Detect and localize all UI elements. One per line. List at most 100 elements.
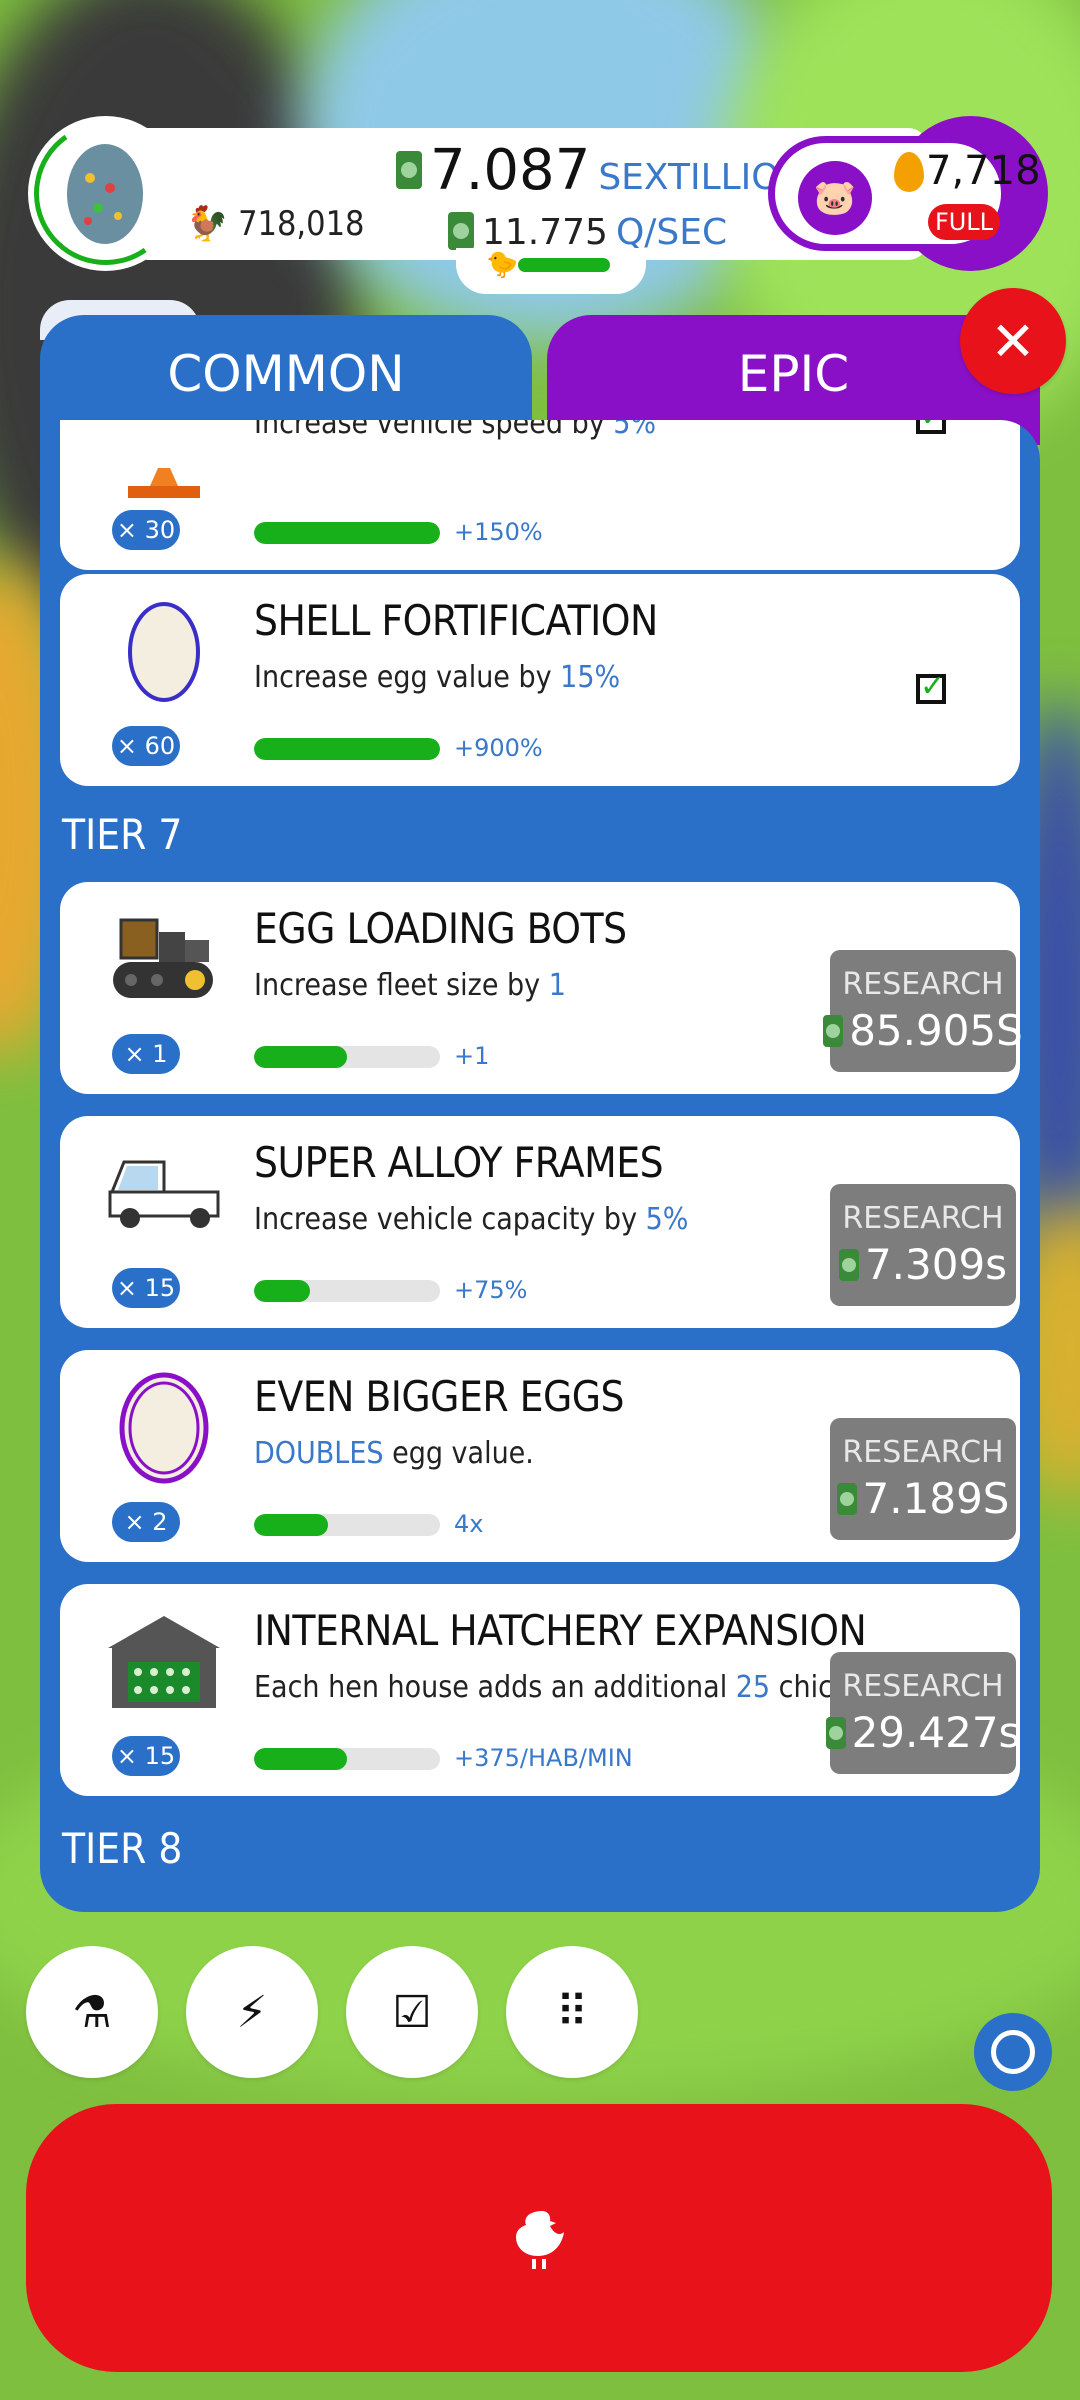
card-title: INTERNAL HATCHERY EXPANSION: [254, 1606, 867, 1655]
multiplier-badge: × 15: [112, 1268, 180, 1308]
card-title: SHELL FORTIFICATION: [254, 596, 658, 645]
multiplier-badge: × 60: [112, 726, 180, 766]
desc-highlight: 1: [548, 968, 566, 1003]
research-price: 7.189S: [836, 1474, 1010, 1523]
card-title: EGG LOADING BOTS: [254, 904, 627, 953]
piggy-bank[interactable]: 🐷 7,718 FULL: [748, 116, 1048, 271]
research-price: 85.905S: [823, 1006, 1023, 1055]
desc-highlight: DOUBLES: [254, 1436, 384, 1471]
camera-toggle-button[interactable]: [974, 2013, 1052, 2091]
research-card-internal-hatchery-expansion: INTERNAL HATCHERY EXPANSION Each hen hou…: [60, 1584, 1020, 1796]
research-lab-button[interactable]: ⚗: [26, 1946, 158, 2078]
research-progress: [254, 1280, 440, 1302]
cash-icon: [396, 151, 422, 189]
card-description: Increase vehicle speed by 5%: [254, 420, 656, 441]
chicken-population: 🐓 718,018: [186, 204, 365, 244]
hatch-chicken-button[interactable]: [26, 2104, 1052, 2372]
multiplier-badge: × 1: [112, 1034, 180, 1074]
research-card-super-alloy-frames: SUPER ALLOY FRAMES Increase vehicle capa…: [60, 1116, 1020, 1328]
price-value: 85.905S: [849, 1006, 1023, 1055]
flask-icon: ⚗: [72, 1986, 112, 2038]
research-card-vehicle-speed: Increase vehicle speed by 5% × 30 +150% …: [60, 420, 1020, 570]
research-progress: [254, 1514, 440, 1536]
truck-icon: [104, 1134, 224, 1254]
tab-common-label: COMMON: [167, 345, 405, 403]
desc-highlight: 5%: [645, 1202, 689, 1237]
card-description: DOUBLES egg value.: [254, 1436, 534, 1471]
research-progress-fill: [254, 1280, 310, 1302]
population-value: 718,018: [238, 204, 365, 244]
completed-check-icon: ✓: [916, 672, 946, 704]
research-gain: +375/HAB/MIN: [454, 1744, 633, 1772]
research-progress-fill: [254, 1514, 329, 1536]
close-button[interactable]: ✕: [960, 288, 1066, 394]
research-progress-fill: [254, 738, 440, 760]
research-progress: [254, 1748, 440, 1770]
research-progress-fill: [254, 1748, 347, 1770]
chicken-icon: [516, 2211, 564, 2269]
card-title: SUPER ALLOY FRAMES: [254, 1138, 664, 1187]
price-value: 29.427s: [851, 1708, 1021, 1757]
egg-avatar[interactable]: [22, 110, 189, 277]
multiplier-badge: × 30: [112, 510, 180, 550]
research-progress-fill: [254, 522, 440, 544]
research-button[interactable]: RESEARCH 7.309s: [830, 1184, 1016, 1306]
bank-full-badge: FULL: [928, 204, 1000, 240]
price-value: 7.189S: [862, 1474, 1010, 1523]
egg-icon: [67, 144, 143, 244]
research-progress: [254, 522, 440, 544]
egg-icon: [104, 592, 224, 712]
money-value: 7.087: [430, 138, 591, 203]
research-progress-fill: [254, 1046, 347, 1068]
rate-unit: Q/SEC: [615, 212, 728, 253]
multiplier-badge: × 15: [112, 1736, 180, 1776]
purple-egg-icon: [104, 1368, 224, 1488]
chick-icon: 🐤: [486, 250, 519, 280]
money-display: 7.087 SEXTILLION: [396, 138, 807, 203]
checklist-icon: ☑: [392, 1986, 432, 2038]
card-title: EVEN BIGGER EGGS: [254, 1372, 625, 1421]
boosts-button[interactable]: ⚡: [186, 1946, 318, 2078]
research-gain: +1: [454, 1042, 490, 1070]
research-button[interactable]: RESEARCH 7.189S: [830, 1418, 1016, 1540]
desc-text: Increase vehicle speed by: [254, 420, 614, 441]
tier-heading: TIER 8: [62, 1824, 183, 1873]
research-panel: Increase vehicle speed by 5% × 30 +150% …: [40, 420, 1040, 1912]
research-button[interactable]: RESEARCH 29.427s: [825, 1652, 1020, 1774]
multiplier-badge: × 2: [112, 1502, 180, 1542]
ring-icon: [991, 2030, 1035, 2074]
piggy-bank-icon: 🐷: [798, 161, 872, 235]
desc-text: egg value.: [383, 1436, 534, 1471]
golden-egg-count: 7,718: [926, 148, 1041, 194]
research-button[interactable]: RESEARCH 85.905S: [823, 950, 1023, 1072]
desc-text: Increase egg value by: [254, 660, 561, 695]
research-label: RESEARCH: [842, 1669, 1004, 1704]
research-card-egg-loading-bots: EGG LOADING BOTS Increase fleet size by …: [60, 882, 1023, 1094]
desc-text: Increase fleet size by: [254, 968, 549, 1003]
research-label: RESEARCH: [842, 1201, 1004, 1236]
tab-epic-label: EPIC: [737, 345, 850, 403]
rate-value: 11.775: [482, 212, 608, 253]
research-gain: +900%: [454, 734, 543, 762]
cash-icon: [825, 1716, 846, 1749]
research-price: 7.309s: [838, 1240, 1007, 1289]
desc-highlight: 25: [735, 1670, 771, 1705]
research-label: RESEARCH: [842, 967, 1004, 1002]
completed-check-icon: ✓: [916, 420, 946, 434]
research-gain: +75%: [454, 1276, 528, 1304]
close-icon: ✕: [990, 309, 1036, 373]
research-progress: [254, 1046, 440, 1068]
desc-highlight: 15%: [560, 660, 621, 695]
missions-button[interactable]: ☑: [346, 1946, 478, 2078]
hen-house-icon: [104, 1602, 224, 1722]
grid-icon: ⠿: [555, 1986, 589, 2038]
research-progress: [254, 738, 440, 760]
research-gain: 4x: [454, 1510, 484, 1538]
menu-button[interactable]: ⠿: [506, 1946, 638, 2078]
cash-icon: [823, 1014, 844, 1047]
card-description: Increase vehicle capacity by 5%: [254, 1202, 688, 1237]
research-label: RESEARCH: [842, 1435, 1004, 1470]
desc-text: Each hen house adds an additional: [254, 1670, 736, 1705]
card-description: Increase egg value by 15%: [254, 660, 620, 695]
research-card-even-bigger-eggs: EVEN BIGGER EGGS DOUBLES egg value. × 2 …: [60, 1350, 1020, 1562]
